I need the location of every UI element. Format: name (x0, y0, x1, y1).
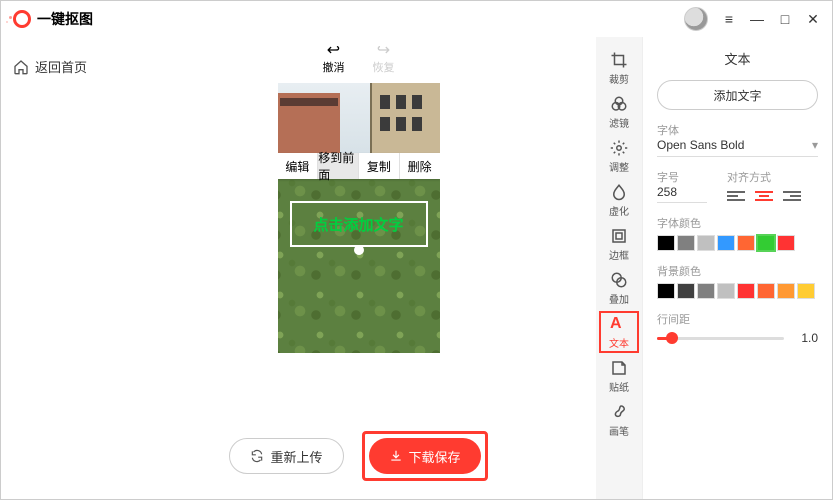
line-height-value: 1.0 (792, 331, 818, 345)
reupload-label: 重新上传 (270, 447, 322, 466)
tool-border[interactable]: 边框 (599, 223, 639, 265)
line-height-slider[interactable] (657, 337, 784, 340)
tool-sticker-label: 贴纸 (609, 379, 629, 394)
bg-color-label: 背景颜色 (657, 263, 818, 279)
slider-thumb[interactable] (666, 332, 678, 344)
overlay-icon (610, 271, 628, 289)
tool-filter-label: 滤镜 (609, 115, 629, 130)
download-highlight: 下载保存 (362, 431, 488, 481)
font-value: Open Sans Bold (657, 138, 744, 152)
context-menu: 编辑 移到前面 复制 删除 (278, 153, 440, 179)
align-left-button[interactable] (727, 189, 745, 203)
font-color-swatch[interactable] (677, 235, 695, 251)
app-title: 一键抠图 (37, 9, 93, 29)
border-icon (610, 227, 628, 245)
tool-brush[interactable]: 画笔 (599, 399, 639, 441)
tool-adjust[interactable]: 调整 (599, 135, 639, 177)
app-logo-icon (13, 10, 31, 28)
photo-preview[interactable]: 编辑 移到前面 复制 删除 点击添加文字 (278, 83, 440, 353)
tool-blur[interactable]: 虚化 (599, 179, 639, 221)
text-panel: 文本 添加文字 字体 Open Sans Bold ▾ 字号 258 对齐方式 (642, 37, 832, 499)
font-color-swatch[interactable] (697, 235, 715, 251)
undo-button[interactable]: ↩ 撤消 (323, 43, 345, 75)
refresh-icon (250, 449, 264, 463)
redo-label: 恢复 (373, 59, 395, 75)
bg-color-swatch[interactable] (717, 283, 735, 299)
line-height-label: 行间距 (657, 311, 818, 327)
rotate-handle[interactable] (354, 245, 364, 255)
font-label: 字体 (657, 122, 818, 138)
tool-crop-label: 裁剪 (609, 71, 629, 86)
tool-filter[interactable]: 滤镜 (599, 91, 639, 133)
ctx-edit[interactable]: 编辑 (278, 153, 319, 179)
font-color-swatch[interactable] (657, 235, 675, 251)
filter-icon (610, 95, 628, 113)
tool-blur-label: 虚化 (609, 203, 629, 218)
bg-color-swatch[interactable] (777, 283, 795, 299)
align-label: 对齐方式 (727, 169, 818, 185)
back-home-button[interactable]: 返回首页 (13, 57, 109, 76)
bg-color-swatch[interactable] (677, 283, 695, 299)
bg-color-swatches (657, 283, 818, 299)
align-center-button[interactable] (755, 189, 773, 203)
panel-title: 文本 (657, 49, 818, 68)
undo-label: 撤消 (323, 59, 345, 75)
bg-color-swatch[interactable] (737, 283, 755, 299)
reupload-button[interactable]: 重新上传 (229, 438, 343, 474)
tool-strip: 裁剪 滤镜 调整 虚化 边框 叠加 A 文本 贴纸 画笔 (596, 37, 642, 499)
canvas[interactable]: 编辑 移到前面 复制 删除 点击添加文字 (278, 83, 440, 353)
tool-overlay[interactable]: 叠加 (599, 267, 639, 309)
bg-color-swatch[interactable] (797, 283, 815, 299)
tool-border-label: 边框 (609, 247, 629, 262)
redo-arrow-icon: ↪ (377, 43, 390, 59)
tool-sticker[interactable]: 贴纸 (599, 355, 639, 397)
minimize-button[interactable]: — (750, 12, 764, 26)
download-button[interactable]: 下载保存 (369, 438, 481, 474)
tool-crop[interactable]: 裁剪 (599, 47, 639, 89)
back-home-label: 返回首页 (35, 57, 87, 76)
ctx-bring-front[interactable]: 移到前面 (318, 153, 359, 179)
blur-icon (610, 183, 628, 201)
bg-color-swatch[interactable] (657, 283, 675, 299)
size-label: 字号 (657, 169, 707, 185)
tool-brush-label: 画笔 (609, 423, 629, 438)
tool-adjust-label: 调整 (609, 159, 629, 174)
crop-icon (610, 51, 628, 69)
avatar[interactable] (684, 7, 708, 31)
tool-text[interactable]: A 文本 (599, 311, 639, 353)
brush-icon (610, 403, 628, 421)
tool-text-label: 文本 (609, 335, 629, 350)
font-color-swatch[interactable] (717, 235, 735, 251)
add-text-button[interactable]: 添加文字 (657, 80, 818, 110)
text-layer[interactable]: 点击添加文字 (290, 201, 428, 247)
font-color-swatch[interactable] (737, 235, 755, 251)
font-color-swatches (657, 235, 818, 251)
chevron-down-icon: ▾ (812, 138, 818, 152)
text-icon: A (610, 315, 628, 333)
ctx-delete[interactable]: 删除 (400, 153, 440, 179)
align-right-button[interactable] (783, 189, 801, 203)
tool-overlay-label: 叠加 (609, 291, 629, 306)
undo-arrow-icon: ↩ (327, 43, 340, 59)
menu-icon[interactable]: ≡ (722, 12, 736, 26)
download-icon (389, 449, 403, 463)
text-layer-content: 点击添加文字 (313, 214, 403, 235)
adjust-icon (610, 139, 628, 157)
download-label: 下载保存 (409, 447, 461, 466)
bg-color-swatch[interactable] (697, 283, 715, 299)
redo-button: ↪ 恢复 (373, 43, 395, 75)
maximize-button[interactable]: □ (778, 12, 792, 26)
sticker-icon (610, 359, 628, 377)
size-input[interactable]: 258 (657, 185, 707, 203)
ctx-copy[interactable]: 复制 (359, 153, 400, 179)
bg-color-swatch[interactable] (757, 283, 775, 299)
font-color-swatch[interactable] (757, 235, 775, 251)
font-color-swatch[interactable] (777, 235, 795, 251)
font-color-label: 字体颜色 (657, 215, 818, 231)
font-select[interactable]: Open Sans Bold ▾ (657, 138, 818, 157)
home-icon (13, 59, 29, 75)
close-button[interactable]: ✕ (806, 12, 820, 26)
